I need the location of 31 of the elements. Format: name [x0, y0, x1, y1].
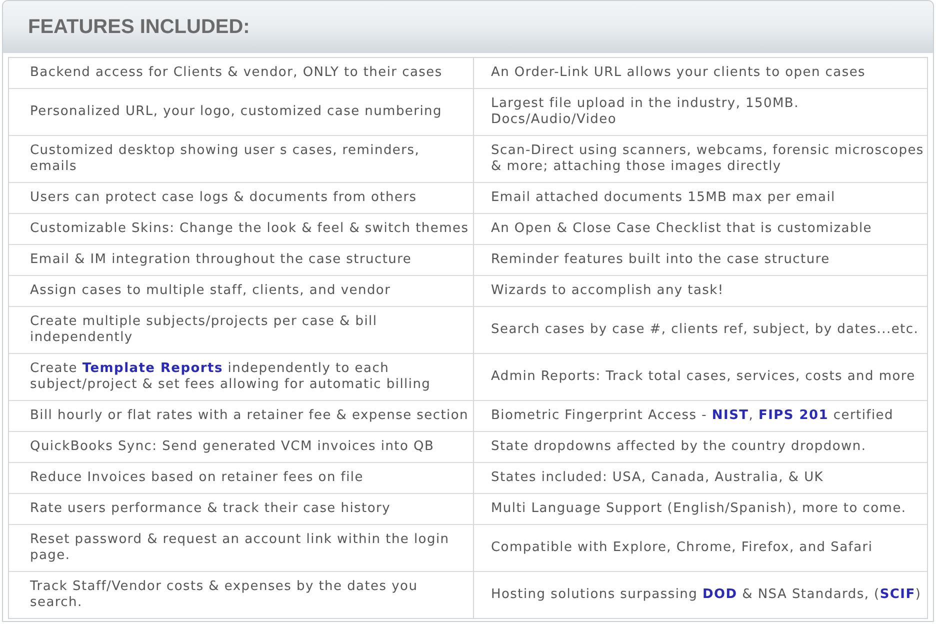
feature-text: An Order-Link URL allows your clients to open cases [491, 65, 866, 81]
feature-text: Users can protect case logs & documents from others [30, 190, 417, 206]
feature-text: Customizable Skins: Change the look & feel & switch themes [30, 221, 469, 237]
feature-text: Create Template Reports independently to each subject/project & set fees allowing for automatic billing [30, 361, 432, 393]
feature-text: Customized desktop showing user s cases, reminders, emails [30, 143, 421, 175]
feature-text: Track Staff/Vendor costs & expenses by the dates you search. [30, 579, 419, 611]
feature-text: Assign cases to multiple staff, clients, and vendor [30, 283, 391, 299]
feature-text: Multi Language Support (English/Spanish), more to come. [491, 501, 906, 517]
feature-text: Email & IM integration throughout the case structure [30, 252, 412, 268]
feature-text: Largest file upload in the industry, 150MB. Docs/Audio/Video [491, 96, 800, 128]
feature-text: Bill hourly or flat rates with a retainer fee & expense section [30, 408, 468, 424]
panel-title: FEATURES INCLUDED: [28, 15, 250, 40]
feature-text: Search cases by case #, clients ref, subject, by dates...etc. [491, 322, 919, 338]
feature-text: Backend access for Clients & vendor, ONLY to their cases [30, 65, 442, 81]
feature-text: Reset password & request an account link within the login page. [30, 532, 450, 564]
feature-text: Rate users performance & track their case history [30, 501, 391, 517]
feature-text: Create multiple subjects/projects per case & bill independently [30, 314, 378, 346]
feature-text: Hosting solutions surpassing DOD & NSA Standards, (SCIF) [491, 587, 922, 603]
feature-text: Compatible with Explore, Chrome, Firefox, and Safari [491, 540, 873, 556]
feature-text: QuickBooks Sync: Send generated VCM invoices into QB [30, 439, 434, 455]
feature-text: State dropdowns affected by the country dropdown. [491, 439, 866, 455]
feature-text: Personalized URL, your logo, customized case numbering [30, 104, 442, 120]
feature-text: Biometric Fingerprint Access - NIST, FIPS 201 certified [491, 408, 894, 424]
feature-text: Reduce Invoices based on retainer fees on file [30, 470, 364, 486]
feature-text: Admin Reports: Track total cases, services, costs and more [491, 369, 916, 385]
feature-text: An Open & Close Case Checklist that is customizable [491, 221, 872, 237]
feature-text: Scan-Direct using scanners, webcams, forensic microscopes & more; attaching those images directly [491, 143, 925, 175]
feature-text: Wizards to accomplish any task! [491, 283, 724, 299]
feature-text: Email attached documents 15MB max per email [491, 190, 836, 206]
feature-text: States included: USA, Canada, Australia, & UK [491, 470, 824, 486]
feature-text: Reminder features built into the case structure [491, 252, 830, 268]
